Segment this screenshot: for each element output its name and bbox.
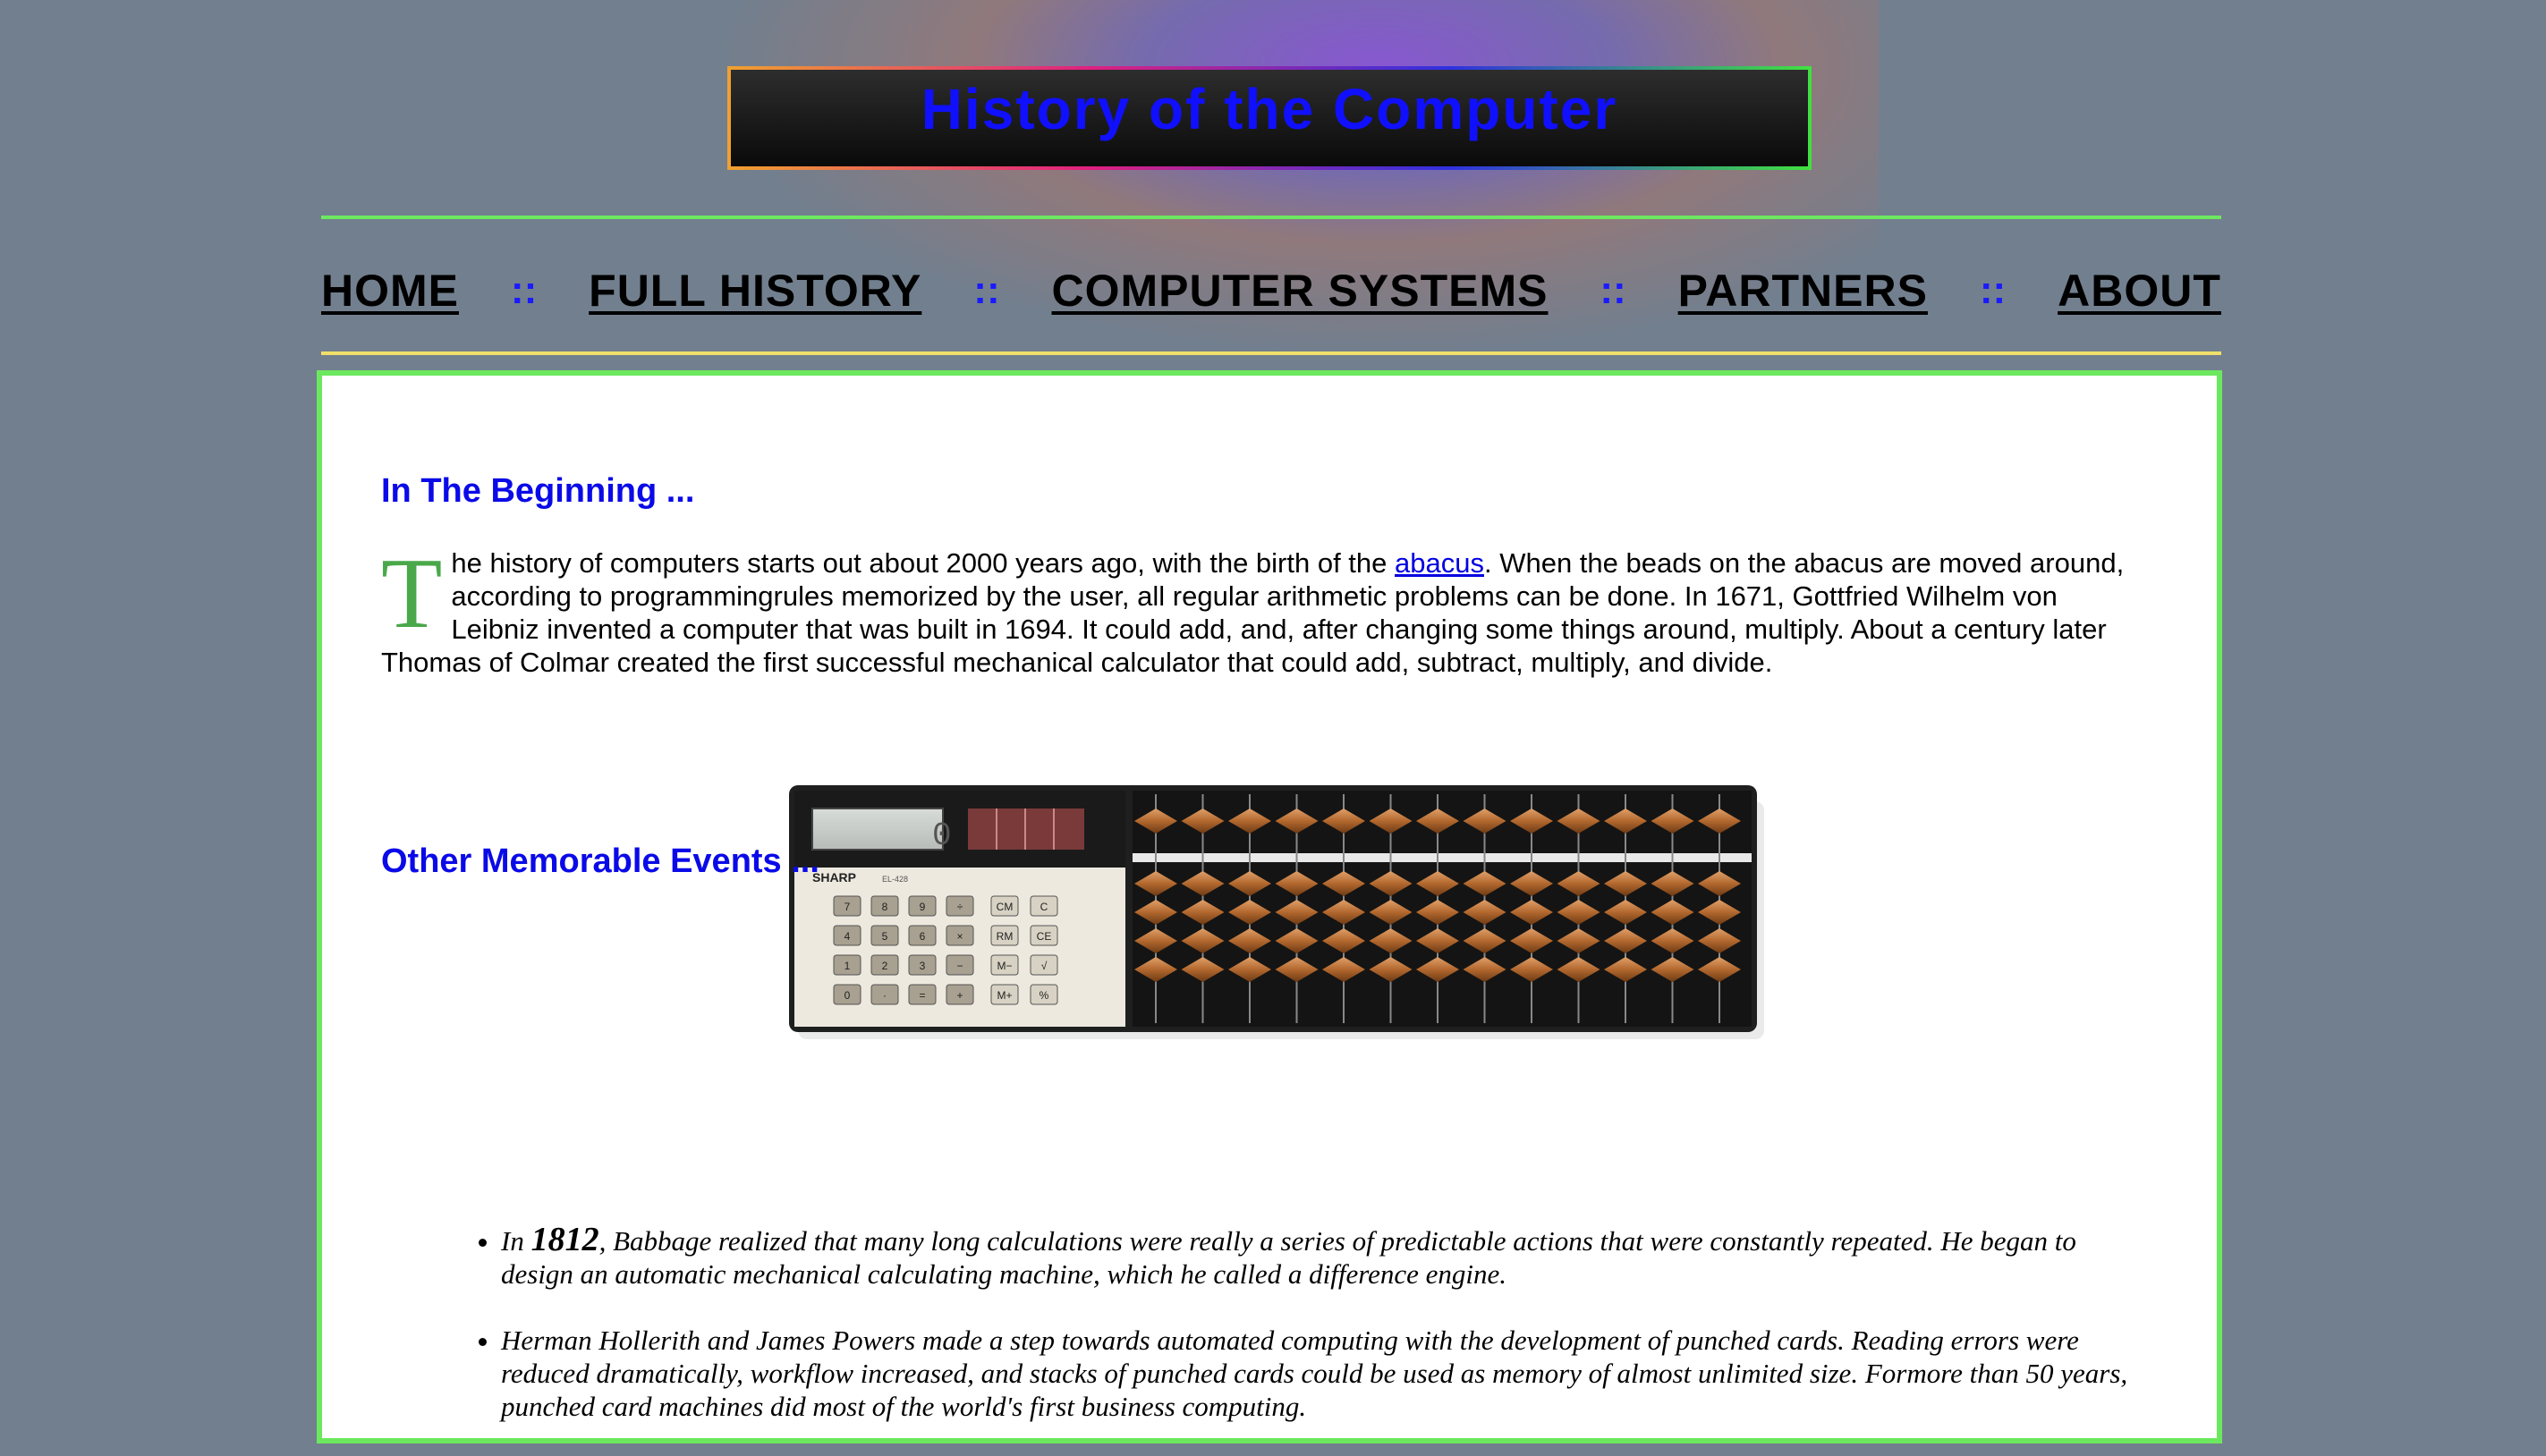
calc-key-label: +: [956, 989, 963, 1002]
event-item-1812: In 1812, Babbage realized that many long…: [501, 1223, 2129, 1291]
main-nav: HOME :: FULL HISTORY :: COMPUTER SYSTEMS…: [321, 259, 2221, 322]
calc-key-label: 1: [844, 960, 851, 972]
event-item-punched-cards: Herman Hollerith and James Powers made a…: [501, 1324, 2129, 1423]
lcd-digit: 0: [932, 817, 952, 854]
calc-key-label: −: [956, 960, 963, 972]
calc-key-label: CM: [997, 901, 1014, 913]
calc-key-label: RM: [997, 930, 1014, 943]
calc-key-label: =: [919, 989, 925, 1002]
model-label: EL-428: [882, 875, 908, 884]
calc-key-label: 6: [920, 930, 926, 943]
section-heading-events: Other Memorable Events ...: [381, 842, 819, 880]
intro-paragraph: The history of computers starts out abou…: [381, 538, 2134, 679]
nav-computer-systems-link[interactable]: COMPUTER SYSTEMS: [1052, 265, 1549, 317]
nav-separator: ::: [1979, 268, 2007, 312]
calc-key-label: √: [1041, 960, 1048, 972]
calc-key-label: C: [1040, 901, 1048, 913]
calc-key-label: ·: [883, 989, 887, 1002]
calc-key-label: 3: [920, 960, 926, 972]
calc-key-label: M−: [997, 960, 1012, 972]
nav-separator: ::: [973, 268, 1000, 312]
calc-key-label: 0: [844, 989, 851, 1002]
intro-text-start: he history of computers starts out about…: [451, 547, 1396, 579]
calc-key-label: 7: [844, 901, 851, 913]
section-heading-beginning: In The Beginning ...: [381, 472, 695, 510]
site-title-banner: History of the Computer: [727, 66, 1812, 170]
nav-about-link[interactable]: ABOUT: [2058, 265, 2221, 317]
event-year: 1812: [530, 1221, 599, 1258]
calc-key-label: ×: [956, 930, 963, 943]
nav-partners-link[interactable]: PARTNERS: [1678, 265, 1928, 317]
content-panel: In The Beginning ... The history of comp…: [317, 370, 2222, 1443]
calc-key-label: CE: [1037, 930, 1052, 943]
nav-bottom-rule: [321, 351, 2221, 355]
calc-key-label: 5: [882, 930, 888, 943]
drop-cap: T: [381, 538, 443, 649]
events-list: In 1812, Babbage realized that many long…: [465, 1223, 2129, 1456]
calc-key-label: %: [1040, 989, 1049, 1002]
nav-separator: ::: [510, 268, 538, 312]
site-title: History of the Computer: [921, 77, 1618, 141]
nav-top-rule: [321, 216, 2221, 219]
header-glow: [626, 0, 1879, 394]
calc-key-label: 9: [920, 901, 926, 913]
nav-full-history-link[interactable]: FULL HISTORY: [589, 265, 921, 317]
calc-key-label: 8: [882, 901, 888, 913]
calc-key-label: M+: [997, 989, 1012, 1002]
calc-key-label: ÷: [957, 901, 963, 913]
abacus-link[interactable]: abacus: [1395, 547, 1484, 579]
calc-key-label: 4: [844, 930, 851, 943]
calculator-abacus-image: 0 SHARP EL-428 7 8 9 ÷ CM C4 5 6 × RM CE1 2 3− M− √0 · =…: [789, 785, 1764, 1039]
nav-home-link[interactable]: HOME: [321, 265, 459, 317]
nav-separator: ::: [1600, 268, 1626, 312]
calc-key-label: 2: [882, 960, 888, 972]
